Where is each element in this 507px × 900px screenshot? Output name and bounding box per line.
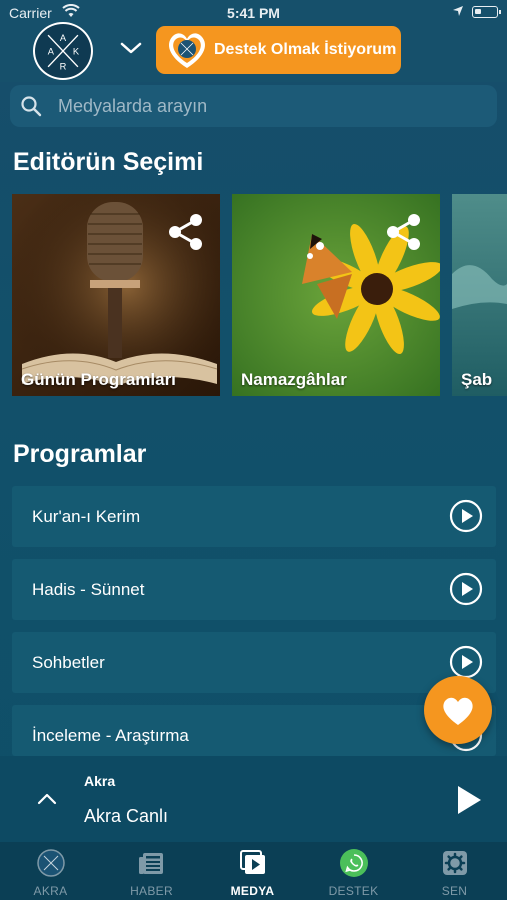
tab-akra[interactable]: AKRA bbox=[0, 842, 101, 900]
tab-haber[interactable]: HABER bbox=[101, 842, 202, 900]
program-label: Hadis - Sünnet bbox=[32, 580, 145, 599]
tab-bar: AKRA HABER MEDYA DESTEK SEN bbox=[0, 842, 507, 900]
logo-letter-r: R bbox=[60, 62, 67, 72]
media-play-icon bbox=[240, 850, 265, 874]
tab-label: SEN bbox=[441, 884, 468, 898]
program-row-kuran[interactable]: Kur'an-ı Kerim bbox=[12, 486, 496, 547]
tab-sen[interactable]: SEN bbox=[404, 842, 505, 900]
play-icon[interactable] bbox=[456, 785, 482, 815]
share-icon[interactable] bbox=[385, 212, 423, 252]
share-icon[interactable] bbox=[167, 212, 205, 252]
location-icon bbox=[453, 6, 463, 16]
program-label: İnceleme - Araştırma bbox=[32, 726, 189, 745]
tab-label: DESTEK bbox=[328, 884, 379, 898]
chevron-up-icon[interactable] bbox=[36, 791, 58, 807]
editor-card-caption: Namazgâhlar bbox=[241, 370, 347, 389]
status-bar: Carrier 5:41 PM bbox=[0, 0, 507, 24]
editor-card-gunun-programlari[interactable]: Günün Programları bbox=[12, 194, 220, 396]
program-row-sohbetler[interactable]: Sohbetler bbox=[12, 632, 496, 693]
water-image bbox=[452, 194, 507, 396]
editor-card-caption: Şab bbox=[461, 370, 493, 389]
editor-choice-title: Editörün Seçimi bbox=[13, 148, 204, 176]
program-label: Sohbetler bbox=[32, 653, 105, 672]
tab-label: AKRA bbox=[33, 884, 68, 898]
editor-card-caption: Günün Programları bbox=[21, 370, 176, 389]
akra-logo[interactable]: A A K R bbox=[33, 22, 93, 80]
programs-title: Programlar bbox=[13, 440, 147, 468]
support-button[interactable]: Destek Olmak İstiyorum bbox=[156, 26, 401, 74]
akra-logo-icon: A A K R bbox=[47, 33, 80, 72]
logo-letter-a: A bbox=[60, 33, 67, 43]
tab-label: HABER bbox=[130, 884, 173, 898]
search-icon bbox=[21, 96, 42, 117]
logo-letter-a-left: A bbox=[48, 47, 55, 57]
play-circle-icon[interactable] bbox=[449, 499, 483, 533]
play-circle-icon[interactable] bbox=[449, 645, 483, 679]
whatsapp-icon bbox=[340, 849, 368, 877]
player-track: Akra Canlı bbox=[84, 806, 169, 826]
newspaper-icon bbox=[139, 853, 163, 874]
akra-logo-icon bbox=[37, 849, 65, 877]
program-row-hadis[interactable]: Hadis - Sünnet bbox=[12, 559, 496, 620]
top-header: Carrier 5:41 PM A A K R Destek Olmak İst… bbox=[0, 0, 507, 82]
editor-card-partial[interactable]: Şab bbox=[452, 194, 507, 396]
play-circle-icon[interactable] bbox=[449, 572, 483, 606]
player-station: Akra bbox=[84, 773, 116, 789]
support-button-label: Destek Olmak İstiyorum bbox=[214, 41, 397, 58]
clock: 5:41 PM bbox=[227, 5, 280, 21]
tab-label: MEDYA bbox=[230, 884, 275, 898]
search-bar[interactable]: Medyalarda arayın bbox=[10, 85, 497, 127]
editor-card-namazgahlar[interactable]: Namazgâhlar bbox=[232, 194, 440, 396]
heart-icon bbox=[443, 697, 473, 725]
donate-heart-button[interactable] bbox=[424, 676, 492, 744]
tab-medya[interactable]: MEDYA bbox=[202, 842, 303, 900]
chevron-down-icon[interactable] bbox=[119, 40, 143, 56]
battery-icon bbox=[472, 6, 501, 18]
program-label: Kur'an-ı Kerim bbox=[32, 507, 141, 526]
tab-destek[interactable]: DESTEK bbox=[303, 842, 404, 900]
search-input[interactable]: Medyalarda arayın bbox=[58, 96, 207, 117]
logo-letter-k: K bbox=[73, 47, 80, 57]
heart-logo-icon bbox=[168, 33, 206, 68]
mini-player[interactable]: Akra Akra Canlı bbox=[0, 756, 507, 842]
gear-icon bbox=[443, 851, 467, 875]
